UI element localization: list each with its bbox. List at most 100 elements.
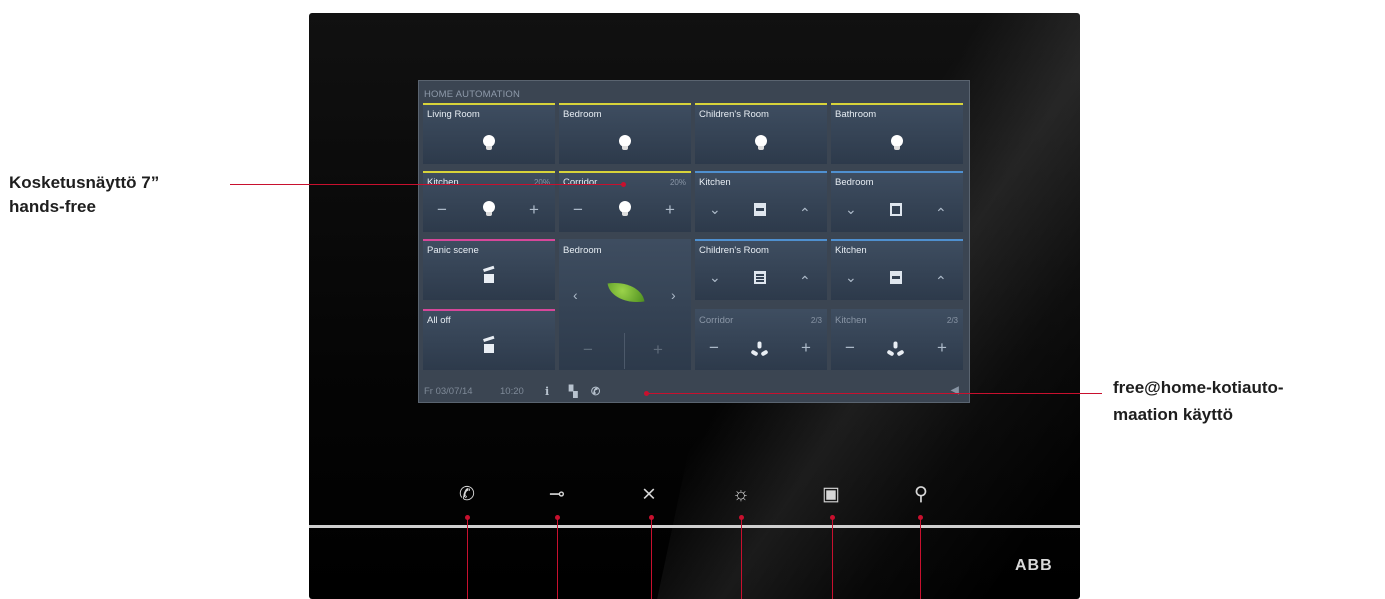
annotation-line: maation käyttö <box>1113 405 1233 424</box>
light-bulb-icon <box>891 135 903 150</box>
tile-label: Bedroom <box>563 109 602 120</box>
tile-label: Corridor <box>699 315 734 326</box>
chevron-down-icon[interactable]: ⌄ <box>709 201 721 218</box>
divider <box>624 333 625 369</box>
chevron-right-icon[interactable]: › <box>671 287 676 304</box>
tile-label: All off <box>427 315 451 326</box>
minus-icon[interactable]: − <box>709 339 719 356</box>
tile-label: Kitchen <box>427 177 459 188</box>
blind-icon <box>754 271 766 284</box>
light-icon: ☼ <box>732 484 750 505</box>
chevron-up-icon[interactable]: ⌃ <box>935 205 947 222</box>
tile-kitchen-fan[interactable]: Kitchen 2/3 − + <box>831 309 963 370</box>
tile-childrens-room-light[interactable]: Children's Room <box>695 103 827 164</box>
light-bulb-icon <box>483 201 495 216</box>
minus-icon[interactable]: − <box>573 201 583 218</box>
light-bulb-icon <box>619 201 631 216</box>
settings-button[interactable]: ⚲ <box>909 483 933 507</box>
fan-level: 2/3 <box>946 316 958 325</box>
brand-logo: ABB <box>1015 557 1053 574</box>
phone-icon[interactable]: ✆ <box>591 385 600 398</box>
tile-label: Children's Room <box>699 109 769 120</box>
annotation-home-automation: free@home-kotiauto- maation käyttö <box>1113 374 1284 428</box>
dim-percent: 20% <box>669 178 686 187</box>
tile-panic-scene[interactable]: Panic scene <box>423 239 555 300</box>
pointer-dot <box>555 515 560 520</box>
screen-title: HOME AUTOMATION <box>424 89 521 100</box>
camera-button[interactable]: ▣ <box>819 483 843 507</box>
annotation-line: Kosketusnäyttö 7” <box>9 173 160 192</box>
minus-icon[interactable]: − <box>437 201 447 218</box>
pointer-line <box>467 517 468 599</box>
status-date: Fr 03/07/14 <box>424 386 473 397</box>
tile-label: Bedroom <box>563 245 602 256</box>
pointer-dot <box>649 515 654 520</box>
camera-icon: ▣ <box>822 484 840 505</box>
scene-icon <box>484 274 494 283</box>
fan-level: 2/3 <box>810 316 822 325</box>
pointer-line <box>647 393 1102 394</box>
annotation-touchscreen: Kosketusnäyttö 7” hands-free <box>9 171 159 219</box>
wrench-icon: ⚲ <box>914 484 928 505</box>
pointer-line <box>651 517 652 599</box>
info-icon[interactable]: i <box>545 385 549 398</box>
light-bulb-icon <box>755 135 767 150</box>
plus-icon[interactable]: + <box>801 339 811 356</box>
tile-label: Living Room <box>427 109 480 120</box>
chevron-up-icon[interactable]: ⌃ <box>935 273 947 290</box>
tile-label: Kitchen <box>835 315 867 326</box>
blind-icon <box>754 203 766 216</box>
door-icon[interactable]: ▚ <box>569 385 577 398</box>
pointer-dot <box>918 515 923 520</box>
plus-icon[interactable]: + <box>529 201 539 218</box>
speaker-icon[interactable]: ◀ <box>951 385 959 396</box>
fan-icon <box>886 341 905 357</box>
plus-icon[interactable]: + <box>653 341 663 358</box>
intercom-device: HOME AUTOMATION Living Room Bedroom Chil… <box>309 13 1080 599</box>
annotation-line: hands-free <box>9 197 96 216</box>
mute-button[interactable]: ⨯ <box>637 483 661 507</box>
pointer-line <box>920 517 921 599</box>
minus-icon[interactable]: − <box>583 341 593 358</box>
tile-label: Corridor <box>563 177 598 188</box>
tile-bedroom-light[interactable]: Bedroom <box>559 103 691 164</box>
tile-corridor-fan[interactable]: Corridor 2/3 − + <box>695 309 827 370</box>
annotation-line: free@home-kotiauto- <box>1113 378 1284 397</box>
tile-kitchen-blind[interactable]: Kitchen ⌄ ⌃ <box>695 171 827 232</box>
tile-bedroom-climate[interactable]: Bedroom ‹ › − + <box>559 239 691 370</box>
touch-screen[interactable]: HOME AUTOMATION Living Room Bedroom Chil… <box>418 80 970 403</box>
tile-corridor-dimmer[interactable]: Corridor 20% − + <box>559 171 691 232</box>
call-button[interactable]: ✆ <box>455 483 479 507</box>
tile-living-room[interactable]: Living Room <box>423 103 555 164</box>
tile-childrens-room-blind[interactable]: Children's Room ⌄ ⌃ <box>695 239 827 300</box>
pointer-line <box>230 184 624 185</box>
light-bulb-icon <box>483 135 495 150</box>
chevron-down-icon[interactable]: ⌄ <box>709 269 721 286</box>
scene-icon <box>484 344 494 353</box>
status-time: 10:20 <box>500 386 524 397</box>
fan-icon <box>750 341 769 357</box>
tile-bedroom-blind[interactable]: Bedroom ⌄ ⌃ <box>831 171 963 232</box>
tile-label: Kitchen <box>835 245 867 256</box>
tile-kitchen-blind-2[interactable]: Kitchen ⌄ ⌃ <box>831 239 963 300</box>
tile-all-off[interactable]: All off <box>423 309 555 370</box>
chevron-up-icon[interactable]: ⌃ <box>799 273 811 290</box>
minus-icon[interactable]: − <box>845 339 855 356</box>
tile-bathroom[interactable]: Bathroom <box>831 103 963 164</box>
tile-kitchen-dimmer[interactable]: Kitchen 20% − + <box>423 171 555 232</box>
door-open-button[interactable]: ⊸ <box>545 483 569 507</box>
blind-icon <box>890 203 902 216</box>
chevron-down-icon[interactable]: ⌄ <box>845 269 857 286</box>
plus-icon[interactable]: + <box>665 201 675 218</box>
chevron-left-icon[interactable]: ‹ <box>573 287 578 304</box>
tile-label: Bathroom <box>835 109 877 120</box>
pointer-dot <box>830 515 835 520</box>
chevron-down-icon[interactable]: ⌄ <box>845 201 857 218</box>
plus-icon[interactable]: + <box>937 339 947 356</box>
pointer-dot <box>621 182 626 187</box>
key-icon: ⊸ <box>549 484 565 505</box>
blind-icon <box>890 271 902 284</box>
chevron-up-icon[interactable]: ⌃ <box>799 205 811 222</box>
pointer-line <box>832 517 833 599</box>
light-button[interactable]: ☼ <box>729 483 753 507</box>
